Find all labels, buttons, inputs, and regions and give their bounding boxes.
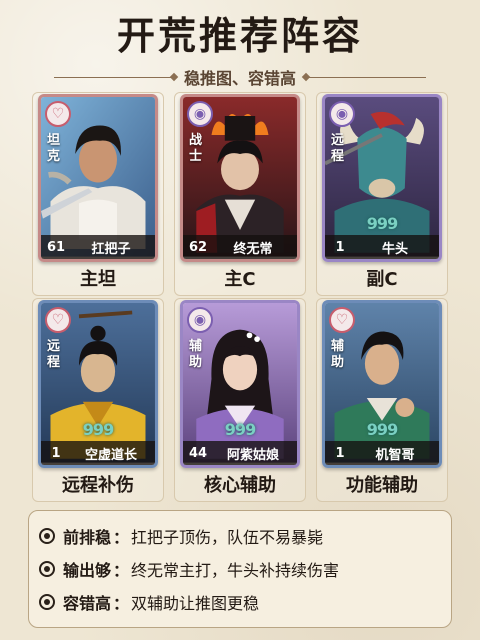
note-key: 输出够 <box>63 560 112 580</box>
hero-namebar: 44 阿紫姑娘 <box>183 441 297 465</box>
hero-role: 战士 <box>189 133 203 164</box>
element-badge-icon: ♡ <box>45 307 71 333</box>
hero-role: 辅助 <box>331 339 345 370</box>
hero-name: 终无常 <box>233 241 273 257</box>
note-text: 终无常主打，牛头补持续伤害 <box>131 560 340 580</box>
divider-left <box>53 76 174 78</box>
hero-stars: 999 <box>366 420 398 439</box>
page-subtitle: 稳推图、容错高 <box>183 69 296 88</box>
hero-card[interactable]: ♡ 坦克 61 扛把子 <box>38 94 158 262</box>
hero-role: 远程 <box>47 339 61 370</box>
hero-card[interactable]: ◉ 战士 62 终无常 <box>180 94 300 262</box>
hero-stars: 999 <box>82 420 114 439</box>
hero-namebar: 1 牛头 <box>325 235 439 259</box>
notes-panel: 前排稳 ： 扛把子顶伤，队伍不易暴毙 输出够 ： 终无常主打，牛头补持续伤害 容… <box>28 510 452 628</box>
note-row: 前排稳 ： 扛把子顶伤，队伍不易暴毙 <box>39 519 441 552</box>
hero-level: 62 <box>188 239 208 255</box>
hero-card[interactable]: ♡ 辅助 999 1 机智哥 <box>322 300 442 468</box>
note-text: 扛把子顶伤，队伍不易暴毙 <box>131 527 324 547</box>
hero-slot[interactable]: ♡ 远程 999 1 空虚道长 远程补伤 <box>32 298 164 502</box>
hero-level: 61 <box>46 239 66 255</box>
note-separator: ： <box>113 560 130 580</box>
hero-level: 44 <box>188 445 208 461</box>
hero-level: 1 <box>335 239 345 255</box>
hero-role: 坦克 <box>47 133 61 164</box>
note-separator: ： <box>113 593 130 613</box>
hero-card[interactable]: ◉ 辅助 999 44 阿紫姑娘 <box>180 300 300 468</box>
hero-role: 远程 <box>331 133 345 164</box>
note-row: 容错高 ： 双辅助让推图更稳 <box>39 585 441 618</box>
note-key: 容错高 <box>63 593 112 613</box>
hero-slot[interactable]: ◉ 远程 999 1 牛头 副C <box>316 92 448 296</box>
subtitle-row: 稳推图、容错高 <box>0 66 480 88</box>
hero-stars: 999 <box>366 214 398 233</box>
hero-position-label: 核心辅助 <box>204 475 276 496</box>
hero-level: 1 <box>51 445 61 461</box>
hero-grid: ♡ 坦克 61 扛把子 主坦 ◉ 战士 62 终无常 主C ◉ 远程 999 1… <box>28 92 452 502</box>
divider-right <box>306 76 426 78</box>
bullet-icon <box>39 560 55 577</box>
hero-name: 牛头 <box>381 241 408 257</box>
element-badge-icon: ♡ <box>45 101 71 127</box>
hero-role: 辅助 <box>189 339 203 370</box>
note-separator: ： <box>113 527 130 547</box>
hero-name: 阿紫姑娘 <box>226 447 279 463</box>
element-badge-icon: ♡ <box>329 307 355 333</box>
note-row: 输出够 ： 终无常主打，牛头补持续伤害 <box>39 552 441 585</box>
hero-name: 扛把子 <box>91 241 131 257</box>
hero-stars: 999 <box>224 420 256 439</box>
bullet-icon <box>39 527 55 544</box>
hero-namebar: 61 扛把子 <box>41 235 155 259</box>
element-badge-icon: ◉ <box>187 101 213 127</box>
hero-name: 空虚道长 <box>84 447 137 463</box>
hero-slot[interactable]: ◉ 辅助 999 44 阿紫姑娘 核心辅助 <box>174 298 306 502</box>
hero-position-label: 功能辅助 <box>346 475 418 496</box>
element-badge-icon: ◉ <box>329 101 355 127</box>
bullet-icon <box>39 593 55 610</box>
hero-slot[interactable]: ◉ 战士 62 终无常 主C <box>174 92 306 296</box>
note-text: 双辅助让推图更稳 <box>131 593 260 613</box>
note-key: 前排稳 <box>63 527 112 547</box>
hero-card[interactable]: ◉ 远程 999 1 牛头 <box>322 94 442 262</box>
hero-name: 机智哥 <box>375 447 415 463</box>
hero-slot[interactable]: ♡ 辅助 999 1 机智哥 功能辅助 <box>316 298 448 502</box>
hero-card[interactable]: ♡ 远程 999 1 空虚道长 <box>38 300 158 468</box>
hero-level: 1 <box>335 445 345 461</box>
hero-position-label: 主C <box>224 269 256 290</box>
hero-position-label: 主坦 <box>80 269 116 290</box>
hero-namebar: 1 机智哥 <box>325 441 439 465</box>
element-badge-icon: ◉ <box>187 307 213 333</box>
hero-namebar: 1 空虚道长 <box>41 441 155 465</box>
hero-position-label: 副C <box>366 269 398 290</box>
page-title: 开荒推荐阵容 <box>116 14 363 58</box>
hero-namebar: 62 终无常 <box>183 235 297 259</box>
hero-position-label: 远程补伤 <box>62 475 134 496</box>
hero-slot[interactable]: ♡ 坦克 61 扛把子 主坦 <box>32 92 164 296</box>
